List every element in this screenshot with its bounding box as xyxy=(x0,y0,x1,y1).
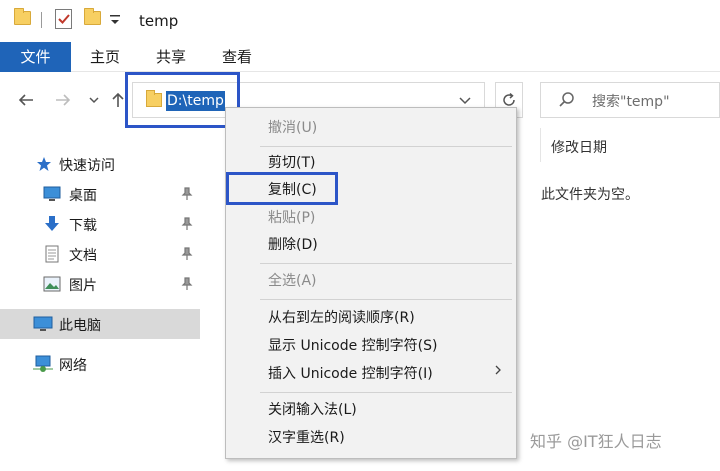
pin-icon[interactable] xyxy=(181,217,193,231)
address-highlight-box xyxy=(125,72,240,128)
pin-icon[interactable] xyxy=(181,187,193,201)
download-icon xyxy=(45,216,59,231)
network-icon xyxy=(33,355,53,372)
menu-separator xyxy=(260,392,512,393)
back-icon[interactable] xyxy=(16,91,36,111)
menu-item-reconvert[interactable]: 汉字重选(R) xyxy=(268,428,345,448)
menu-item-show-unicode-control[interactable]: 显示 Unicode 控制字符(S) xyxy=(268,336,437,356)
sidebar-item-label: 此电脑 xyxy=(59,318,101,334)
tab-view[interactable]: 查看 xyxy=(222,42,252,72)
properties-icon[interactable] xyxy=(55,9,72,29)
sidebar-item-quick-access[interactable]: 快速访问 xyxy=(0,149,200,179)
tab-file[interactable]: 文件 xyxy=(0,42,71,72)
title-bar: temp xyxy=(0,0,720,42)
pin-icon[interactable] xyxy=(181,277,193,291)
sidebar-item-label: 图片 xyxy=(69,278,97,294)
search-icon xyxy=(558,91,576,113)
sidebar-item-this-pc[interactable]: 此电脑 xyxy=(0,309,200,339)
menu-separator xyxy=(260,299,512,300)
copy-highlight-box xyxy=(226,172,338,205)
tab-home[interactable]: 主页 xyxy=(90,42,120,72)
toolbar-separator xyxy=(41,12,42,28)
document-icon xyxy=(45,245,59,263)
ribbon-tabs: 文件 主页 共享 查看 xyxy=(0,42,720,72)
sidebar-item-label: 快速访问 xyxy=(59,158,115,174)
forward-icon[interactable] xyxy=(53,91,73,111)
star-icon xyxy=(37,157,51,171)
folder-icon[interactable] xyxy=(14,8,31,25)
sidebar-item-downloads[interactable]: 下载 xyxy=(0,209,200,239)
menu-item-cut[interactable]: 剪切(T) xyxy=(268,153,315,173)
empty-folder-message: 此文件夹为空。 xyxy=(541,187,639,203)
sidebar-item-label: 文档 xyxy=(69,248,97,264)
column-header-date-modified[interactable]: 修改日期 xyxy=(551,137,607,157)
pin-icon[interactable] xyxy=(181,247,193,261)
sidebar-item-label: 桌面 xyxy=(69,188,97,204)
column-divider[interactable] xyxy=(540,128,541,162)
tab-share[interactable]: 共享 xyxy=(156,42,186,72)
menu-item-paste[interactable]: 粘贴(P) xyxy=(268,208,315,228)
sidebar-item-pictures[interactable]: 图片 xyxy=(0,269,200,299)
menu-separator xyxy=(260,146,512,147)
menu-item-undo[interactable]: 撤消(U) xyxy=(268,118,317,138)
recent-locations-icon[interactable] xyxy=(84,91,104,111)
search-input[interactable]: 搜索"temp" xyxy=(592,91,670,111)
menu-item-select-all[interactable]: 全选(A) xyxy=(268,271,317,291)
sidebar-item-label: 网络 xyxy=(59,358,87,374)
navigation-pane: 快速访问 桌面 下载 文档 图片 此电脑 网络 xyxy=(0,128,200,471)
menu-separator xyxy=(260,263,512,264)
watermark: 知乎 @IT狂人日志 xyxy=(530,432,662,451)
sidebar-item-desktop[interactable]: 桌面 xyxy=(0,179,200,209)
desktop-icon xyxy=(43,186,61,201)
submenu-arrow-icon xyxy=(494,364,502,380)
menu-item-delete[interactable]: 删除(D) xyxy=(268,235,318,255)
sidebar-item-network[interactable]: 网络 xyxy=(0,349,200,379)
menu-item-rtl-reading-order[interactable]: 从右到左的阅读顺序(R) xyxy=(268,308,415,328)
new-folder-icon[interactable] xyxy=(84,8,101,25)
customize-toolbar-icon[interactable] xyxy=(108,12,122,28)
computer-icon xyxy=(33,316,53,331)
menu-item-insert-unicode-control[interactable]: 插入 Unicode 控制字符(I) xyxy=(268,364,433,384)
sidebar-item-documents[interactable]: 文档 xyxy=(0,239,200,269)
picture-icon xyxy=(43,276,61,292)
menu-item-close-ime[interactable]: 关闭输入法(L) xyxy=(268,400,357,420)
window-title: temp xyxy=(139,12,179,30)
sidebar-item-label: 下载 xyxy=(69,218,97,234)
context-menu: 撤消(U) 剪切(T) 复制(C) 粘贴(P) 删除(D) 全选(A) 从右到左… xyxy=(225,107,517,459)
